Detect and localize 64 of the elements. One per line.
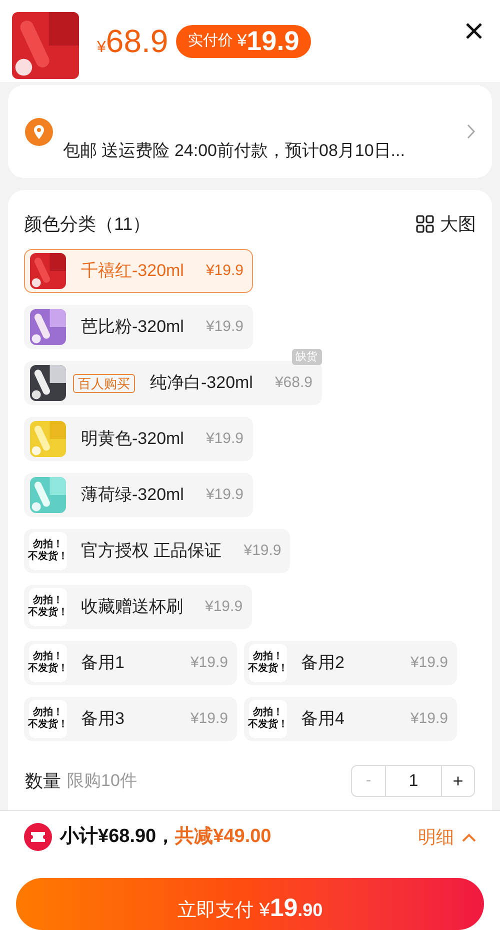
sku-option[interactable]: 勿拍！ 不发货！ 官方授权 正品保证 ¥19.9 [24,529,290,573]
notice-label: 不发货！ [28,551,68,563]
sku-option[interactable]: 明黄色-320ml ¥19.9 [24,417,253,461]
notice-label: 不发货！ [28,719,68,731]
option-price: ¥19.9 [410,708,448,729]
option-name: 纯净白-320ml [150,372,253,394]
sku-option[interactable]: 勿拍！ 不发货！ 备用4 ¥19.9 [244,697,457,741]
chevron-right-icon [467,124,476,139]
option-price: ¥19.9 [410,652,448,673]
option-name: 千禧红-320ml [81,260,184,282]
sku-option[interactable]: 勿拍！ 不发货！ 备用2 ¥19.9 [244,641,457,685]
notice-label: 不发货！ [248,719,288,731]
shipping-info: 包邮 送运费险 24:00前付款，预计08月10日... [63,140,405,162]
option-name: 芭比粉-320ml [81,316,184,338]
sku-option[interactable]: 勿拍！ 不发货！ 备用1 ¥19.9 [24,641,237,685]
option-name: 明黄色-320ml [81,428,184,450]
quantity-label: 数量 [25,770,61,792]
option-name: 备用1 [81,652,124,674]
notice-label: 勿拍！ [253,707,283,718]
notice-label: 勿拍！ [33,539,63,550]
notice-label: 不发货！ [28,663,68,675]
section-title: 颜色分类（11） [24,212,151,236]
quantity-stepper[interactable]: - 1 + [351,765,475,797]
tag-label: 百人购买 [73,374,135,392]
pay-button[interactable]: 立即支付 ¥19.90 [16,878,484,930]
large-image-toggle[interactable]: 大图 [416,210,476,238]
sku-option[interactable]: 薄荷绿-320ml ¥19.9 [24,473,253,517]
sku-option[interactable]: 百人购买 纯净白-320ml ¥68.9 [24,361,322,405]
increase-button[interactable]: + [442,766,474,796]
location-icon [25,118,53,146]
coupon-icon [24,823,52,851]
notice-label: 勿拍！ [33,707,63,718]
sku-option[interactable]: 勿拍！ 不发货！ 收藏赠送杯刷 ¥19.9 [24,585,252,629]
quantity-value: 1 [385,766,442,796]
option-name: 备用2 [301,652,344,674]
notice-label: 不发货！ [28,607,68,619]
notice-label: 勿拍！ [33,595,63,606]
notice-label: 不发货！ [248,663,288,675]
option-name: 薄荷绿-320ml [81,484,184,506]
discount-text: 共减¥49.00 [175,824,272,849]
sku-option[interactable]: 勿拍！ 不发货！ 备用3 ¥19.9 [24,697,237,741]
chevron-up-icon [462,832,476,842]
option-name: 官方授权 正品保证 [81,540,222,562]
price-text: ¥68.9 [97,22,168,61]
option-name: 收藏赠送杯刷 [81,596,183,618]
purchase-limit: 限购10件 [67,770,137,792]
final-price-badge: 实付价 ¥19.9 [176,24,312,58]
shipping-card[interactable]: 包邮 送运费险 24:00前付款，预计08月10日... [8,85,492,178]
option-price: ¥19.9 [206,484,244,505]
option-price: ¥19.9 [206,316,244,337]
subtotal-text: 小计¥68.90， [60,824,176,849]
option-price: ¥19.9 [205,596,243,617]
grid-icon [416,215,434,233]
notice-label: 勿拍！ [33,651,63,662]
notice-label: 勿拍！ [253,651,283,662]
option-price: ¥19.9 [206,260,244,281]
option-price: ¥68.9 [274,372,313,393]
option-price: ¥19.9 [244,540,282,561]
sku-option[interactable]: 芭比粉-320ml ¥19.9 [24,305,253,349]
option-name: 备用4 [301,708,344,730]
option-name: 备用3 [81,708,124,730]
option-price: ¥19.9 [190,708,228,729]
option-price: ¥19.9 [206,428,244,449]
option-price: ¥19.9 [190,652,228,673]
